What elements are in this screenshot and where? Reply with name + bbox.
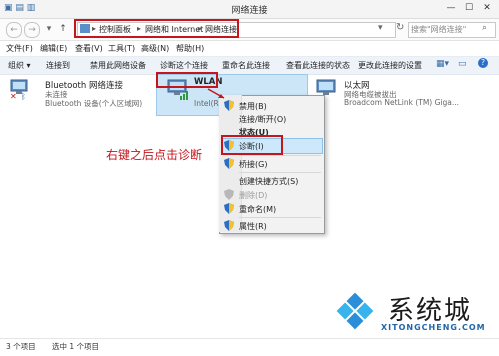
ctx-delete: 删除(D) <box>239 191 268 200</box>
window-title: 网络连接 <box>231 6 268 16</box>
wlan-highlight-box <box>156 72 218 88</box>
minimize-button[interactable]: — <box>444 2 458 15</box>
ethernet-item-device: Broadcom NetLink (TM) Giga... <box>344 98 460 107</box>
diagnose-connection-button[interactable]: 诊断这个连接 <box>160 60 208 71</box>
connect-to-button[interactable]: 连接到 <box>46 60 70 71</box>
menu-view[interactable]: 查看(V) <box>75 43 103 54</box>
xitongcheng-logo <box>333 289 377 333</box>
shield-icon <box>224 220 234 231</box>
maximize-button[interactable]: ☐ <box>462 2 476 15</box>
selected-count: 选中 1 个项目 <box>52 342 100 351</box>
organize-button[interactable]: 组织 ▾ <box>8 60 31 71</box>
close-button[interactable]: ✕ <box>480 2 494 15</box>
view-options-icon[interactable]: ▦▾ <box>436 59 449 69</box>
view-status-button[interactable]: 查看此连接的状态 <box>286 60 350 71</box>
up-icon[interactable]: ↑ <box>56 22 70 36</box>
address-dropdown-icon[interactable]: ▾ <box>378 23 383 33</box>
search-placeholder: 搜索"网络连接" <box>411 25 467 34</box>
recent-dropdown-icon[interactable]: ▾ <box>42 22 56 36</box>
forward-icon[interactable]: → <box>24 22 40 38</box>
shield-icon <box>224 203 234 214</box>
refresh-icon[interactable]: ↻ <box>396 22 404 33</box>
menu-divider <box>239 217 321 218</box>
bluetooth-network-icon[interactable]: ✕ ᛒ <box>8 78 32 101</box>
annotation-text: 右键之后点击诊断 <box>106 148 203 162</box>
item-count: 3 个项目 <box>6 342 36 351</box>
shield-icon <box>224 189 234 200</box>
bluetooth-item-device: Bluetooth 设备(个人区域网) <box>45 99 143 108</box>
change-settings-button[interactable]: 更改此连接的设置 <box>358 60 422 71</box>
menu-tools[interactable]: 工具(T) <box>108 43 135 54</box>
shield-icon <box>224 158 234 169</box>
ctx-bridge[interactable]: 桥接(G) <box>239 159 267 170</box>
ctx-connect-disconnect[interactable]: 连接/断开(O) <box>239 114 286 125</box>
rename-connection-button[interactable]: 重命名此连接 <box>222 60 270 71</box>
wlan-item-device: Intel(R) <box>194 99 222 108</box>
address-highlight-box <box>74 19 239 38</box>
svg-text:✕: ✕ <box>10 92 17 100</box>
menu-divider <box>239 172 321 173</box>
menu-advanced[interactable]: 高级(N) <box>141 43 169 54</box>
help-icon[interactable]: ? <box>478 58 488 68</box>
diagnose-highlight-box <box>221 135 283 155</box>
ctx-properties[interactable]: 属性(R) <box>239 221 267 232</box>
ctx-rename[interactable]: 重命名(M) <box>239 204 276 215</box>
search-icon[interactable]: ⌕ <box>482 23 487 33</box>
svg-text:ᛒ: ᛒ <box>21 92 26 100</box>
ctx-create-shortcut[interactable]: 创建快捷方式(S) <box>239 176 298 187</box>
ctx-disable[interactable]: 禁用(B) <box>239 101 267 112</box>
menu-file[interactable]: 文件(F) <box>6 43 33 54</box>
watermark-url: XITONGCHENG.COM <box>381 323 486 332</box>
menu-help[interactable]: 帮助(H) <box>176 43 204 54</box>
menu-divider <box>239 155 321 156</box>
watermark-brand: 系统城 <box>388 296 473 326</box>
back-icon[interactable]: ← <box>6 22 22 38</box>
shield-icon <box>224 100 234 111</box>
disable-device-button[interactable]: 禁用此网络设备 <box>90 60 146 71</box>
preview-pane-icon[interactable]: ▭ <box>458 59 467 69</box>
menu-edit[interactable]: 编辑(E) <box>40 43 67 54</box>
